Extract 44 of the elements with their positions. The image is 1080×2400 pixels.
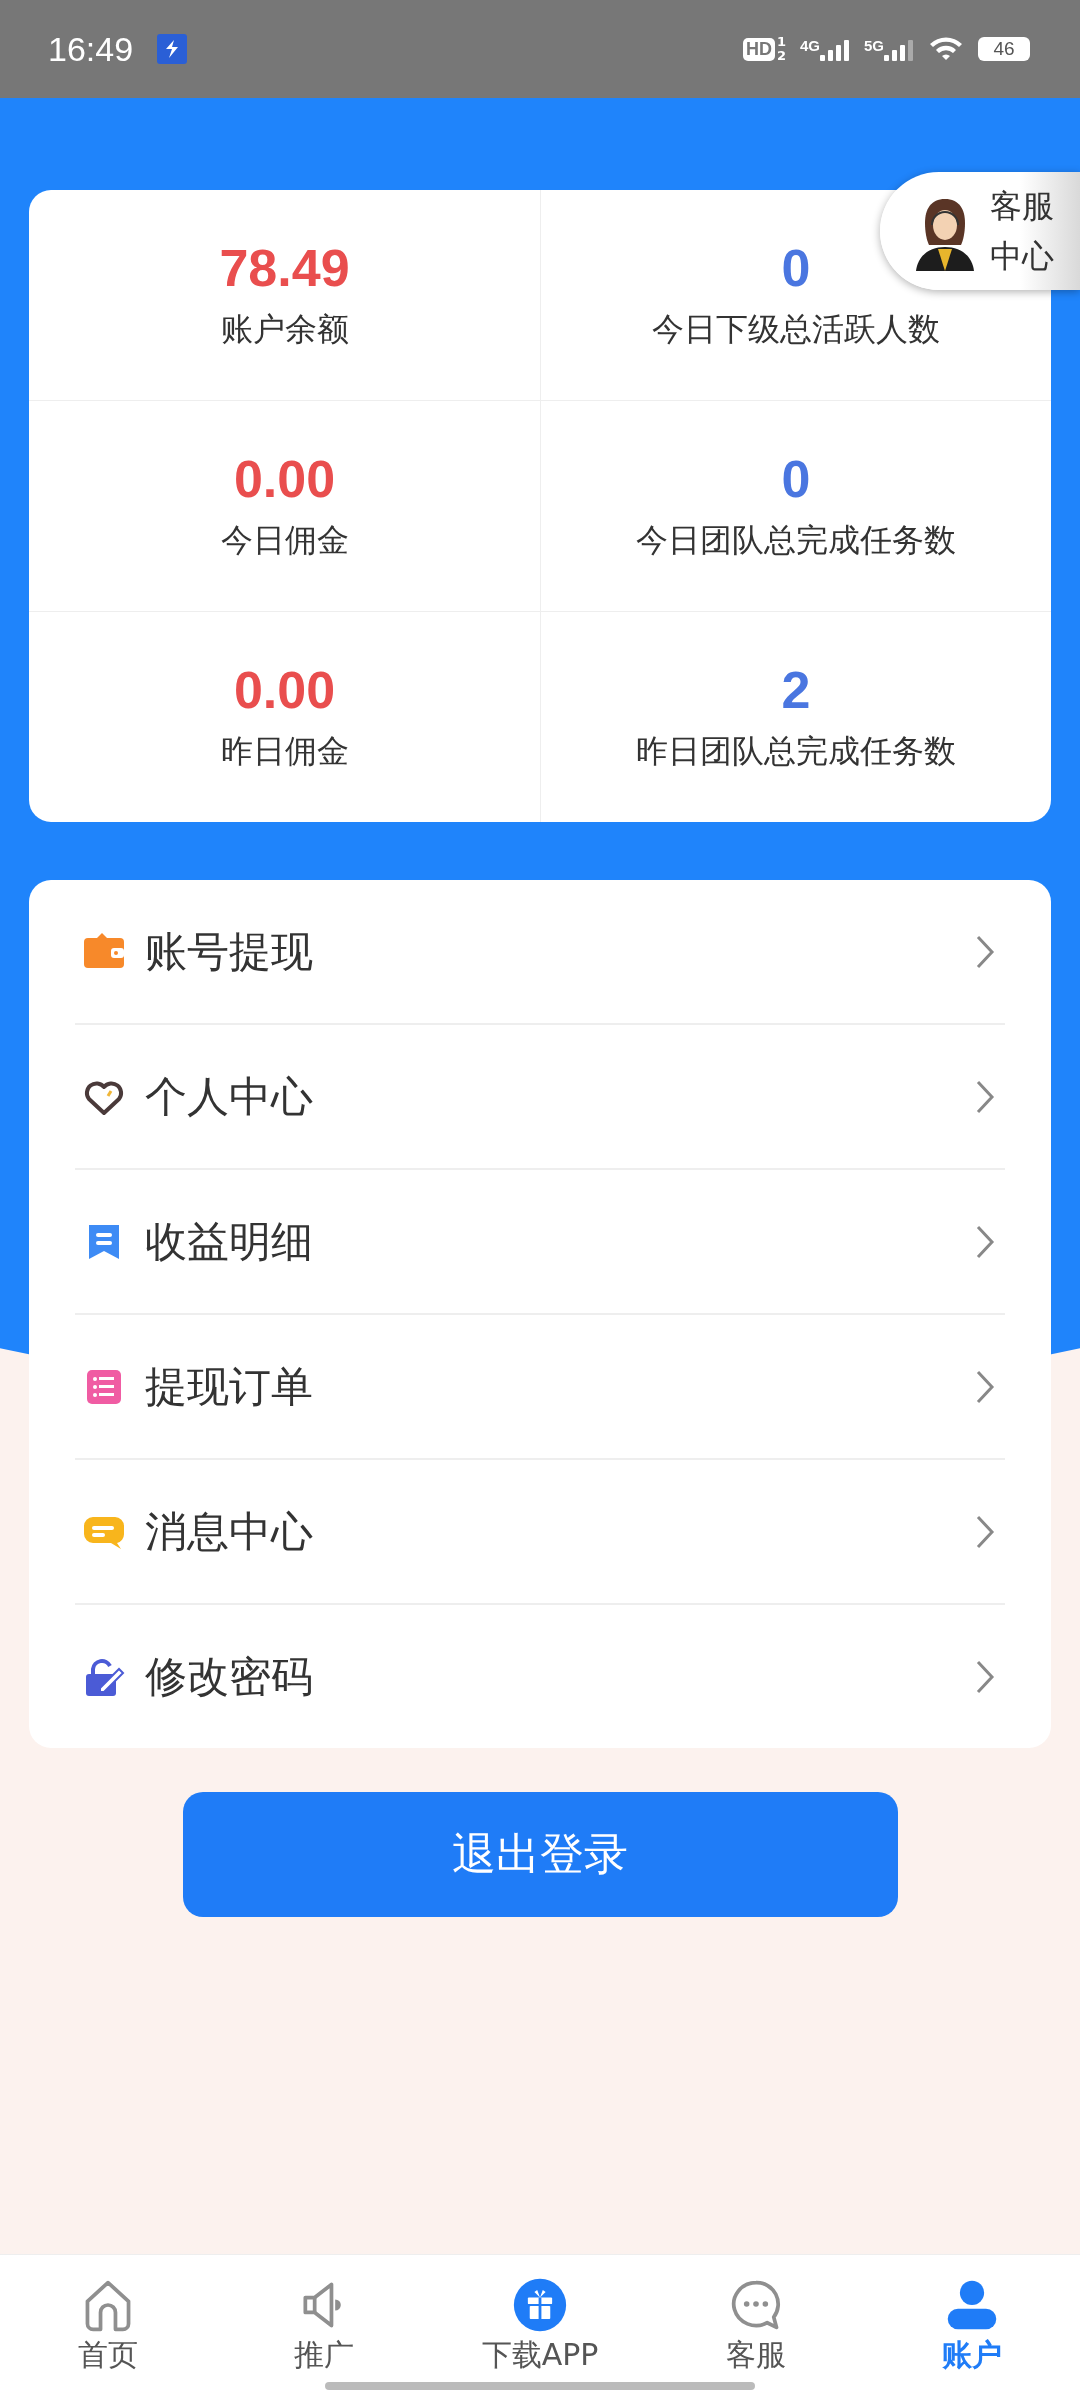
menu-item[interactable]: 收益明细 [75,1170,1005,1315]
app-notification-icon [157,34,188,64]
menu-item[interactable]: 修改密码 [75,1605,1005,1748]
nav-tab[interactable]: 客服 [648,2255,864,2400]
chevron-right-icon [975,1078,995,1115]
network-type: 5G [864,37,884,54]
stat-label: 昨日佣金 [220,731,349,772]
stat-label: 今日团队总完成任务数 [636,520,956,561]
signal-icon [884,37,914,61]
network-type: 4G [799,37,820,54]
signal-icon [820,37,850,61]
clock-time: 16:49 [48,29,134,69]
menu-item[interactable]: 消息中心 [75,1460,1005,1605]
stat-label: 今日佣金 [220,520,349,561]
menu-item[interactable]: 个人中心 [75,1025,1005,1170]
gift-icon [512,2277,568,2333]
stat-value: 0.00 [233,660,336,720]
sim-number: 2 [776,49,786,63]
stat-value: 0 [781,449,811,509]
chevron-right-icon [975,1223,995,1260]
hd-badge: HD [742,37,775,61]
nav-tab[interactable]: 推广 [216,2255,432,2400]
nav-tab[interactable]: 下载APP [432,2255,648,2400]
stat-value: 0 [781,238,811,298]
chevron-right-icon [975,1368,995,1405]
chevron-right-icon [975,933,995,970]
stat-label: 今日下级总活跃人数 [652,309,940,350]
nav-tab[interactable]: 首页 [0,2255,216,2400]
stat-label: 账户余额 [220,309,349,350]
wifi-icon [928,35,964,63]
menu-item[interactable]: 账号提现 [75,880,1005,1025]
logout-button[interactable]: 退出登录 [182,1792,898,1917]
stat-value: 78.49 [219,238,350,298]
chevron-right-icon [975,1658,995,1695]
stat-label: 昨日团队总完成任务数 [636,731,956,772]
chevron-right-icon [975,1513,995,1550]
menu-item[interactable]: 提现订单 [75,1315,1005,1460]
lock-icon [83,1656,125,1697]
customer-service-badge[interactable]: 客服中心 [880,172,1080,290]
stat-value: 2 [781,660,811,720]
stat-value: 0.00 [233,449,336,509]
battery-indicator: 46 [978,37,1030,61]
nav-tab[interactable]: 账户 [864,2255,1080,2400]
sim-number: 1 [776,35,786,49]
